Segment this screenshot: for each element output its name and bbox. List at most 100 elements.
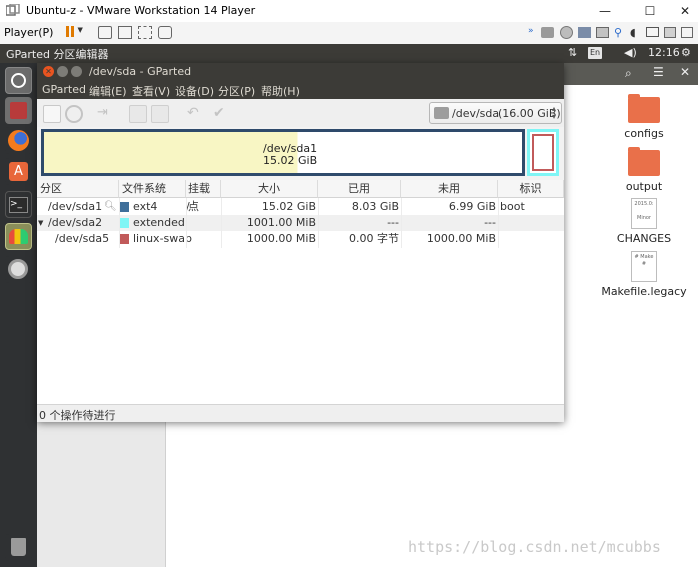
column-partition[interactable]: 分区 (37, 180, 119, 198)
fs-color-swatch (119, 202, 129, 212)
folder-icon (628, 94, 660, 123)
expander-icon[interactable]: ▼ (38, 215, 43, 231)
resize-move-icon[interactable]: ⇥ (97, 105, 113, 121)
network-adapter-icon[interactable] (578, 27, 591, 38)
shopping-bag-icon: A (9, 162, 28, 181)
apply-icon[interactable]: ✔ (213, 105, 229, 121)
updown-arrow-icon: ▴ ▾ (552, 104, 557, 121)
dvd-launcher[interactable] (5, 256, 32, 283)
pause-button[interactable]: ▼ (66, 26, 92, 40)
player-menu-button[interactable]: Player(P) ▼ (4, 24, 58, 56)
cd-drive-icon[interactable] (560, 26, 573, 39)
new-partition-icon[interactable] (43, 105, 61, 123)
printer-icon[interactable] (596, 27, 609, 38)
trash-launcher[interactable] (5, 534, 32, 561)
vmware-titlebar: Ubuntu-z - VMware Workstation 14 Player … (0, 0, 698, 23)
column-flags[interactable]: 标识 (498, 180, 564, 198)
clock[interactable]: 12:16 (648, 46, 680, 59)
column-unused[interactable]: 未用 (401, 180, 498, 198)
column-divider (221, 198, 222, 248)
close-button[interactable]: ✕ (672, 0, 698, 22)
graph-sda1[interactable]: /dev/sda1 15.02 GiB (41, 129, 525, 176)
undo-icon[interactable]: ↶ (187, 105, 203, 121)
ubuntu-top-panel: GParted 分区编辑器 ⇅ En ◀) 12:16 ⚙ (0, 44, 698, 63)
maximize-button[interactable]: ☐ (630, 0, 670, 22)
desktop-item-label: output (625, 180, 663, 193)
unity-icon[interactable] (158, 26, 172, 39)
hard-disk-icon[interactable] (541, 27, 554, 38)
maximize-button[interactable] (71, 66, 82, 77)
column-mountpoint[interactable]: 挂载点 (186, 180, 221, 213)
device-selector[interactable]: /dev/sda (16.00 GiB) ▴ ▾ (429, 102, 562, 124)
menu-view[interactable]: 查看(V) (132, 83, 170, 99)
menu-partition[interactable]: 分区(P) (218, 83, 255, 99)
close-button[interactable]: ✕ (43, 66, 54, 77)
minimize-button[interactable]: — (585, 0, 625, 22)
menu-icon[interactable]: ☰ (653, 65, 664, 79)
keyboard-indicator[interactable]: En (588, 47, 602, 59)
network-arrows-icon[interactable]: ⇅ (568, 46, 577, 59)
gparted-launcher[interactable] (5, 223, 32, 250)
vmware-app-icon (5, 3, 20, 17)
fit-guest-icon[interactable] (118, 26, 132, 39)
sound-card-icon[interactable]: ◖ (630, 26, 636, 39)
column-used[interactable]: 已用 (318, 180, 401, 198)
software-center-launcher[interactable]: A (5, 158, 32, 185)
message-log-icon[interactable] (664, 27, 676, 38)
search-icon[interactable]: ⌕ (625, 66, 632, 81)
gparted-toolbar: ⇥ ↶ ✔ /dev/sda (16.00 GiB) ▴ ▾ (37, 99, 564, 128)
firefox-launcher[interactable] (5, 127, 32, 154)
vmware-window-title: Ubuntu-z - VMware Workstation 14 Player (26, 4, 256, 17)
menu-help[interactable]: 帮助(H) (261, 83, 300, 99)
graph-sda2-extended[interactable] (527, 129, 559, 176)
desktop-item-configs[interactable]: configs (599, 94, 689, 140)
terminal-launcher[interactable]: >_ (5, 191, 32, 218)
chevron-down-icon: ▼ (77, 26, 83, 34)
desktop-item-changes[interactable]: 2015.0: Minor CHANGES (599, 198, 689, 245)
table-row[interactable]: /dev/sda1 🔍︎ ext4 / 15.02 GiB 8.03 GiB 6… (37, 199, 564, 215)
trash-icon (11, 538, 26, 556)
close-icon[interactable]: ✕ (680, 65, 690, 79)
remote-icon[interactable] (681, 27, 693, 38)
menu-gparted[interactable]: GParted (42, 83, 86, 96)
table-row[interactable]: /dev/sda5 linux-swap 1000.00 MiB 0.00 字节… (37, 231, 564, 247)
dvd-icon (8, 259, 28, 279)
paste-icon[interactable] (151, 105, 169, 123)
minimize-button[interactable] (57, 66, 68, 77)
gparted-icon (9, 229, 28, 244)
volume-icon[interactable]: ◀) (624, 46, 637, 59)
folder-icon (628, 147, 660, 176)
dash-home-button[interactable] (5, 67, 32, 94)
display-icon[interactable] (646, 27, 659, 37)
column-size[interactable]: 大小 (221, 180, 318, 198)
key-icon: 🔍︎ (104, 201, 117, 212)
file-cabinet-icon (10, 102, 27, 119)
copy-icon[interactable] (129, 105, 147, 123)
column-divider (186, 198, 187, 248)
pause-icon (66, 26, 69, 37)
graph-sda5-swap[interactable] (532, 134, 554, 171)
menu-edit[interactable]: 编辑(E) (89, 83, 127, 99)
desktop-item-output[interactable]: output (599, 147, 689, 193)
watermark: https://blog.csdn.net/mcubbs (408, 538, 661, 556)
device-tray-arrow-icon[interactable]: » (528, 26, 534, 36)
cell-partition: /dev/sda2 (48, 216, 103, 229)
column-divider (498, 198, 499, 248)
graph-sda1-size: 15.02 GiB (263, 154, 318, 167)
send-ctrl-alt-del-icon[interactable] (98, 26, 112, 39)
delete-icon[interactable] (65, 105, 83, 123)
cell-unused: 6.99 GiB (448, 200, 496, 213)
table-row[interactable]: ▼ /dev/sda2 extended 1001.00 MiB --- --- (37, 215, 564, 231)
device-path: /dev/sda (452, 107, 500, 120)
cell-filesystem: linux-swap (133, 232, 192, 245)
files-launcher[interactable] (5, 97, 32, 124)
file-manager-header: ⌕ ☰ ✕ (563, 63, 698, 85)
gear-icon[interactable]: ⚙ (681, 46, 691, 59)
desktop-item-makefile-legacy[interactable]: # Make # Makefile.legacy (599, 251, 689, 298)
usb-device-icon[interactable]: ⚲ (614, 26, 627, 39)
menu-device[interactable]: 设备(D) (175, 83, 214, 99)
fullscreen-icon[interactable] (138, 26, 152, 39)
vmware-toolbar: Player(P) ▼ ▼ » ⚲ ◖ (0, 22, 698, 56)
column-filesystem[interactable]: 文件系统 (119, 180, 186, 198)
cell-partition: /dev/sda5 (55, 232, 110, 245)
